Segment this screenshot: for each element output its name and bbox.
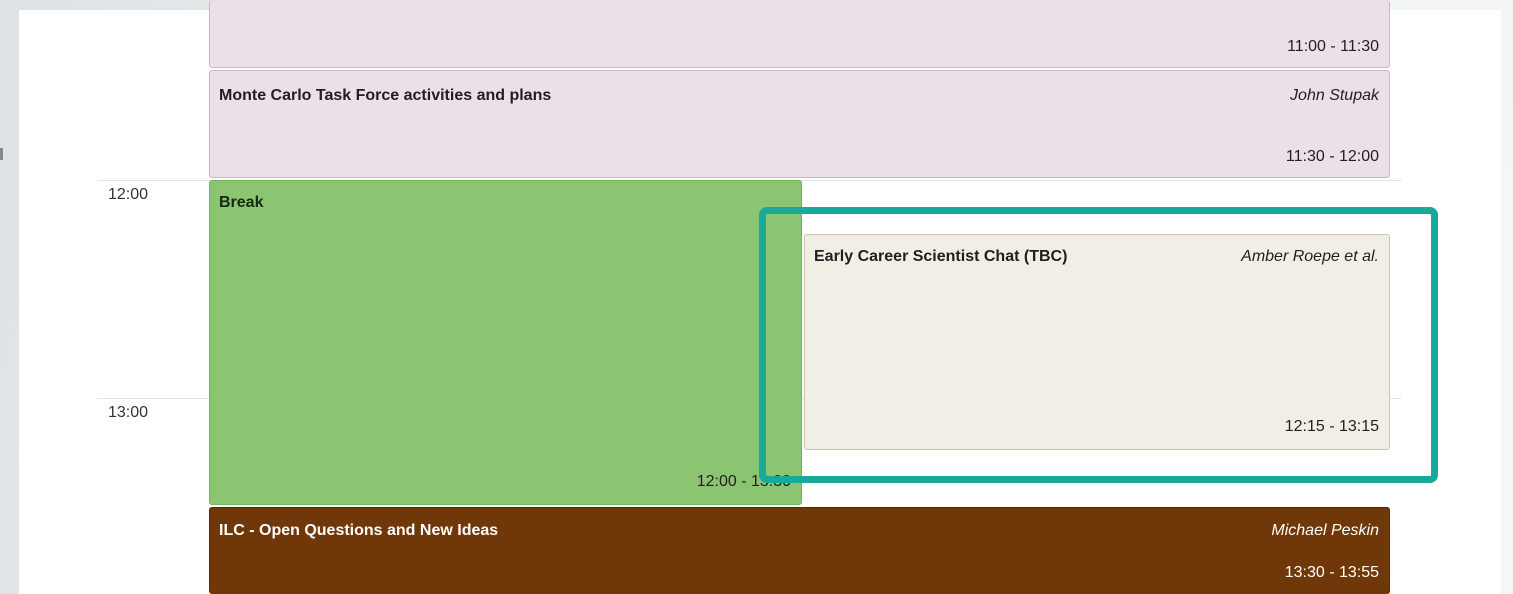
entry-speaker: Michael Peskin xyxy=(1271,522,1379,539)
timetable-entry-ilc[interactable]: ILC - Open Questions and New Ideas Micha… xyxy=(209,507,1390,594)
entry-title: ILC - Open Questions and New Ideas xyxy=(219,522,499,539)
entry-time: 13:30 - 13:55 xyxy=(1284,564,1379,581)
timetable-entry-break[interactable]: Break 12:00 - 13:30 xyxy=(209,180,802,505)
entry-title: Break xyxy=(219,194,264,211)
highlight-annotation-box xyxy=(759,207,1438,483)
timetable-entry-session-top[interactable]: 11:00 - 11:30 xyxy=(209,0,1390,68)
entry-time: 11:00 - 11:30 xyxy=(1287,38,1379,55)
entry-title: Monte Carlo Task Force activities and pl… xyxy=(219,87,552,104)
hour-label-12: 12:00 xyxy=(108,186,149,203)
hour-label-13: 13:00 xyxy=(108,404,149,421)
entry-speaker: John Stupak xyxy=(1290,87,1379,104)
entry-time: 11:30 - 12:00 xyxy=(1285,148,1379,165)
timetable-entry-monte-carlo[interactable]: Monte Carlo Task Force activities and pl… xyxy=(209,70,1390,178)
left-edge-mark xyxy=(0,148,3,160)
